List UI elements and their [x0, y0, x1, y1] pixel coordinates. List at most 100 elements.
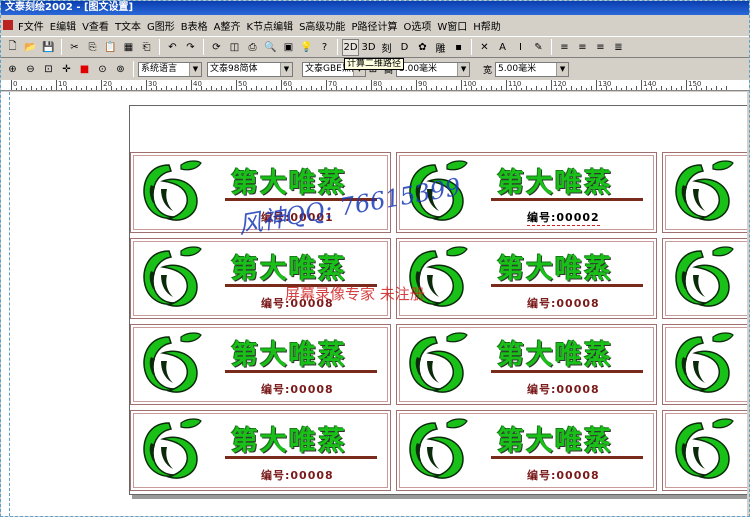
node-icon[interactable]: ✕ — [476, 39, 493, 56]
menu-path[interactable]: P路径计算 — [348, 18, 400, 33]
ruler-tick — [406, 88, 407, 90]
align-right-icon[interactable]: ≡ — [592, 39, 609, 56]
toolbar-separator — [471, 39, 472, 55]
bulb-icon[interactable]: 💡 — [298, 39, 315, 56]
stop-icon[interactable]: ■ — [76, 61, 93, 78]
justify-icon[interactable]: ≣ — [610, 39, 627, 56]
ruler-tick — [176, 86, 177, 90]
ruler-tick — [336, 86, 337, 90]
menu-table[interactable]: B表格 — [178, 18, 211, 33]
brand-logo-icon — [675, 246, 734, 307]
ruler-tick — [326, 80, 327, 90]
ruler-tick — [721, 88, 722, 90]
open-icon[interactable]: 📂 — [22, 39, 39, 56]
label-card[interactable]: 第大唯蒸 编号: — [662, 152, 747, 233]
vertical-ruler[interactable] — [1, 92, 10, 516]
height-select[interactable]: 5.00毫米 ▼ — [396, 61, 471, 77]
image-icon[interactable]: ▣ — [280, 39, 297, 56]
menu-node[interactable]: K节点编辑 — [244, 18, 297, 33]
label-card[interactable]: 第大唯蒸 编号:00008 — [130, 324, 391, 405]
menu-view[interactable]: V查看 — [79, 18, 112, 33]
zoom-all-icon[interactable]: ⊚ — [112, 61, 129, 78]
edit-text-icon[interactable]: ✎ — [530, 39, 547, 56]
menu-graphics[interactable]: G图形 — [144, 18, 178, 33]
app-menu-icon[interactable] — [3, 20, 13, 30]
path3d-icon[interactable]: 3D — [360, 39, 377, 56]
menu-options[interactable]: O选项 — [400, 18, 434, 33]
cut-icon[interactable]: ✂ — [66, 39, 83, 56]
label-card[interactable]: 第大唯蒸 编号: — [662, 238, 747, 319]
special-paste-icon[interactable]: ⎗ — [138, 39, 155, 56]
undo-icon[interactable]: ↶ — [164, 39, 181, 56]
grid-icon[interactable]: ▦ — [120, 39, 137, 56]
new-icon[interactable]: 🗋 — [4, 39, 21, 56]
label-card[interactable]: 第大唯蒸 编号:00008 — [396, 238, 657, 319]
label-card[interactable]: 第大唯蒸 编号:00008 — [396, 324, 657, 405]
label-card[interactable]: 第大唯蒸 编号:00008 — [396, 410, 657, 491]
italic-icon[interactable]: I — [512, 39, 529, 56]
zoom-select-icon[interactable]: ⊡ — [40, 61, 57, 78]
help-icon[interactable]: ? — [316, 39, 333, 56]
menu-window[interactable]: W窗口 — [434, 18, 470, 33]
ruler-tick — [476, 88, 477, 90]
drawing-canvas[interactable]: 第大唯蒸 编号:00001 第大唯蒸 编号:00002 第大唯蒸 编号:0000… — [1, 92, 747, 516]
label-card[interactable]: 第大唯蒸 编号: — [662, 324, 747, 405]
menu-advanced[interactable]: S高级功能 — [296, 18, 348, 33]
label-serial: 编号:00008 — [261, 381, 334, 397]
ruler-tick — [531, 88, 532, 90]
ruler-tick — [296, 88, 297, 90]
horizontal-ruler[interactable]: 0 10 20 30 40 50 60 70 80 90 100 110 120 130 140 150 — [1, 80, 749, 91]
engrave-icon[interactable]: 雕 — [432, 39, 449, 56]
copy-icon[interactable]: ⎘ — [84, 39, 101, 56]
label-serial: 编号:00008 — [527, 295, 600, 311]
frame-icon[interactable]: ◫ — [226, 39, 243, 56]
preview-icon[interactable]: 🔍 — [262, 39, 279, 56]
text-a-icon[interactable]: A — [494, 39, 511, 56]
refresh-icon[interactable]: ⟳ — [208, 39, 225, 56]
paste-icon[interactable]: 📋 — [102, 39, 119, 56]
menu-text[interactable]: T文本 — [112, 18, 144, 33]
redo-icon[interactable]: ↷ — [182, 39, 199, 56]
ruler-tick — [541, 88, 542, 90]
standard-toolbar: 🗋 📂 💾 ✂ ⎘ 📋 ▦ ⎗ ↶ ↷ ⟳ ◫ ⎙ 🔍 ▣ 💡? 2D 3D 刻 D ✿ 雕 ▪ ✕ A I ✎ ≡ ≡ ≡ ≣ — [1, 36, 749, 58]
ruler-tick — [226, 88, 227, 90]
ruler-tick — [86, 86, 87, 90]
label-brand-text: 第大唯蒸 — [231, 340, 347, 371]
save-icon[interactable]: 💾 — [40, 39, 57, 56]
layer-icon[interactable]: ▪ — [450, 39, 467, 56]
cut-plot-icon[interactable]: D — [396, 39, 413, 56]
width-select[interactable]: 5.00毫米 ▼ — [495, 61, 570, 77]
ruler-tick — [301, 86, 302, 90]
ruler-label: 110 — [508, 80, 522, 88]
label-serial: 编号:00008 — [527, 381, 600, 397]
label-card[interactable]: 第大唯蒸 编号:00008 — [130, 238, 391, 319]
ruler-tick — [291, 86, 292, 90]
ruler-tick — [306, 88, 307, 90]
design-page[interactable]: 第大唯蒸 编号:00001 第大唯蒸 编号:00002 第大唯蒸 编号:0000… — [129, 105, 747, 495]
font-cn-select[interactable]: 文泰98简体 ▼ — [207, 61, 293, 77]
carve-icon[interactable]: 刻 — [378, 39, 395, 56]
zoom-page-icon[interactable]: ⊙ — [94, 61, 111, 78]
path2d-icon[interactable]: 2D — [342, 38, 359, 56]
menu-file[interactable]: F文件 — [15, 18, 47, 33]
ruler-tick — [231, 86, 232, 90]
ruler-tick — [121, 86, 122, 90]
label-card[interactable]: 第大唯蒸 编号:00008 — [130, 410, 391, 491]
chevron-down-icon: ▼ — [457, 62, 470, 76]
brand-logo-icon — [143, 246, 202, 307]
print-icon[interactable]: ⎙ — [244, 39, 261, 56]
menu-help[interactable]: H帮助 — [470, 18, 504, 33]
label-card[interactable]: 第大唯蒸 编号: — [662, 410, 747, 491]
color-icon[interactable]: ✿ — [414, 39, 431, 56]
serial-number: 00008 — [290, 383, 334, 396]
crosshair-icon[interactable]: ✛ — [58, 61, 75, 78]
menu-edit[interactable]: E编辑 — [47, 18, 79, 33]
ruler-tick — [586, 88, 587, 90]
language-select[interactable]: 系统语言 ▼ — [138, 61, 202, 77]
zoom-in-icon[interactable]: ⊕ — [4, 61, 21, 78]
align-center-icon[interactable]: ≡ — [574, 39, 591, 56]
ruler-tick — [91, 88, 92, 90]
align-left-icon[interactable]: ≡ — [556, 39, 573, 56]
zoom-out-icon[interactable]: ⊖ — [22, 61, 39, 78]
menu-align[interactable]: A整齐 — [211, 18, 244, 33]
